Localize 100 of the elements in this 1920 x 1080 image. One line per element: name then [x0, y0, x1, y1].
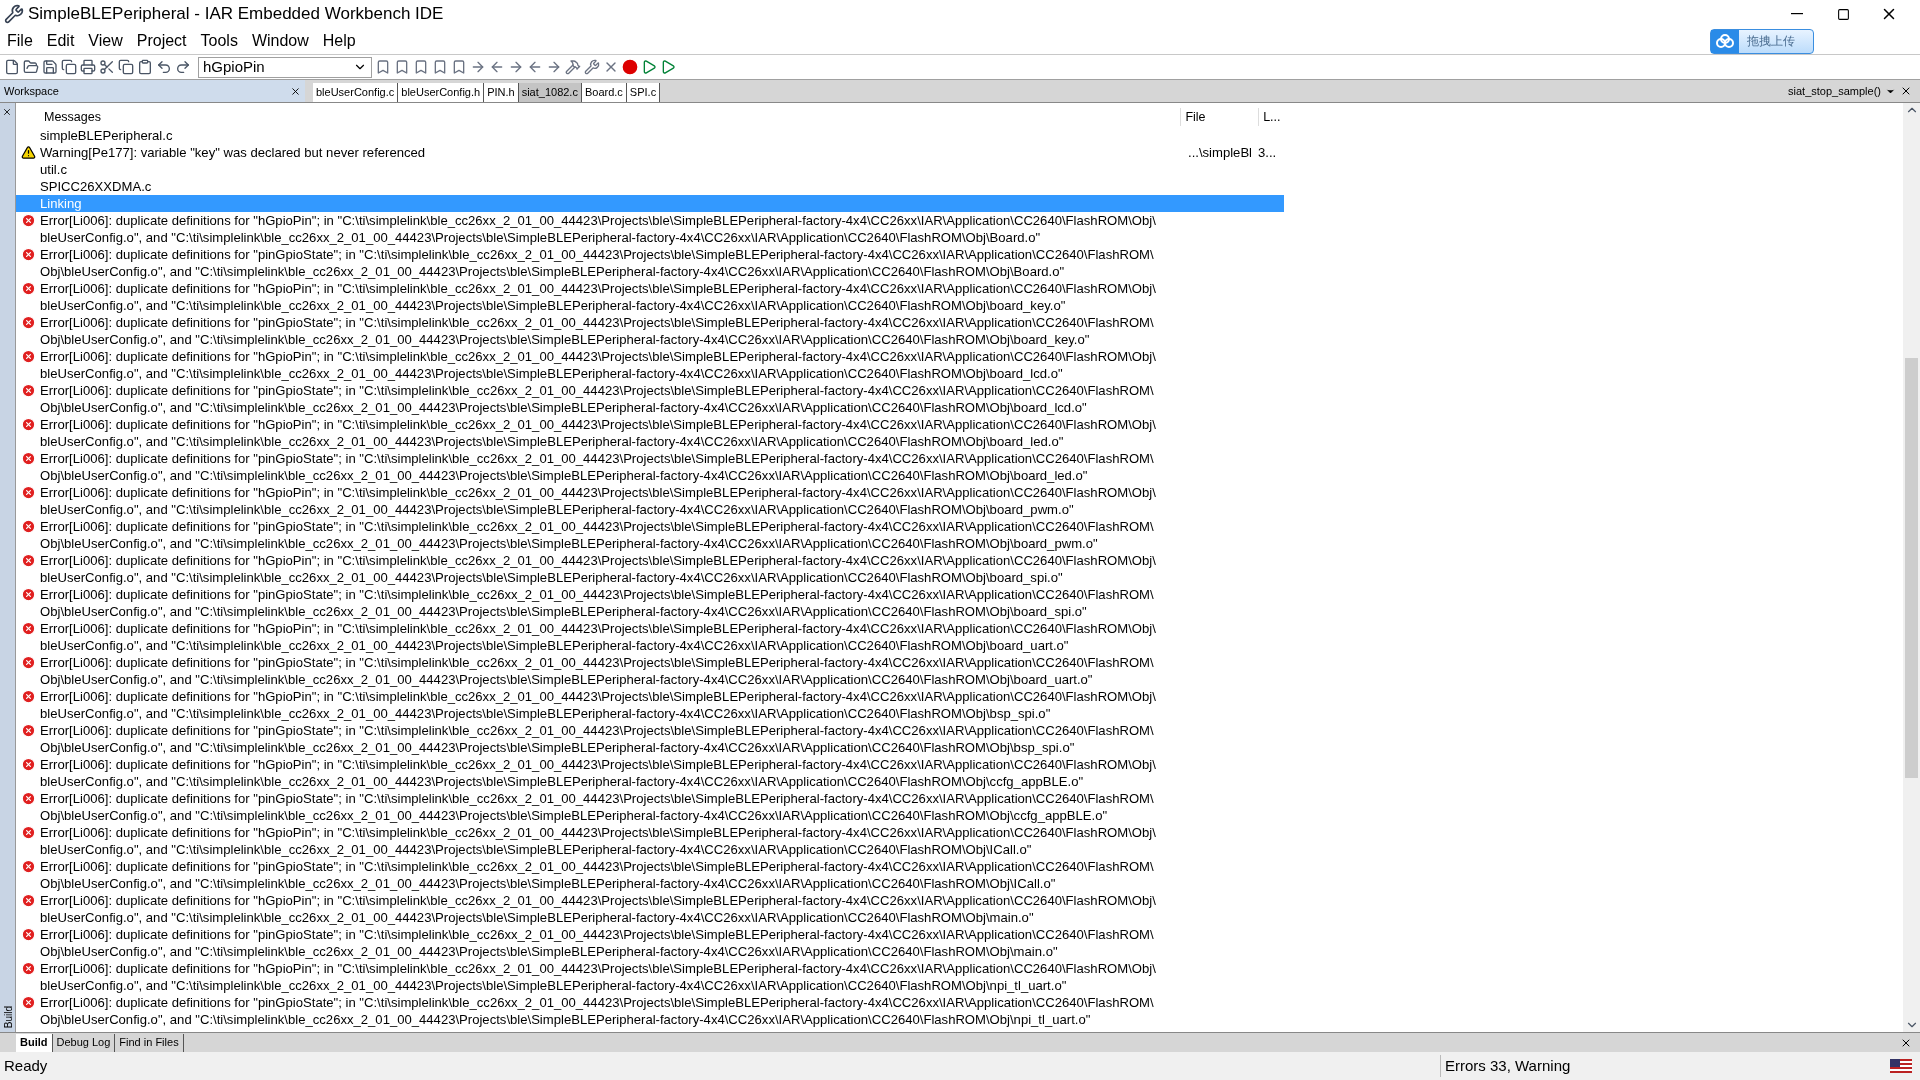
- message-text: Error[Li006]: duplicate definitions for "hGpioPin"; in "C:\ti\simplelink\ble_cc26xx_2_01_00_44423\Projects\ble\SimpleBLEPeripheral-factory-4x4\CC26xx\IAR\Application\CC2640\FlashROM\Obj\: [40, 416, 1157, 433]
- output-tab[interactable]: Build: [16, 1033, 53, 1052]
- printer-icon[interactable]: [80, 59, 96, 75]
- message-text: Error[Li006]: duplicate definitions for "hGpioPin"; in "C:\ti\simplelink\ble_cc26xx_2_01_00_44423\Projects\ble\SimpleBLEPeripheral-factory-4x4\CC26xx\IAR\Application\CC2640\FlashROM\Obj\: [40, 620, 1157, 637]
- window-title: SimpleBLEPeripheral - IAR Embedded Workbench IDE: [28, 3, 444, 26]
- menu-item[interactable]: Window: [244, 29, 316, 53]
- editor-tab[interactable]: bleUserConfig.c: [313, 83, 399, 102]
- message-text: bleUserConfig.o", and "C:\ti\simplelink\ble_cc26xx_2_01_00_44423\Projects\ble\SimpleBLEPeripheral-factory-4x4\CC26xx\IAR\Application\CC2640\FlashROM\Obj\ICall.o": [40, 841, 1033, 858]
- bookmark-icon[interactable]: [375, 59, 391, 75]
- menu-item[interactable]: Help: [315, 29, 363, 53]
- message-text: bleUserConfig.o", and "C:\ti\simplelink\ble_cc26xx_2_01_00_44423\Projects\ble\SimpleBLEPeripheral-factory-4x4\CC26xx\IAR\Application\CC2640\FlashROM\Obj\main.o": [40, 909, 1035, 926]
- message-text: bleUserConfig.o", and "C:\ti\simplelink\ble_cc26xx_2_01_00_44423\Projects\ble\SimpleBLEPeripheral-factory-4x4\CC26xx\IAR\Application\CC2640\FlashROM\Obj\board_pwm.o": [40, 501, 1075, 518]
- message-text: Error[Li006]: duplicate definitions for "hGpioPin"; in "C:\ti\simplelink\ble_cc26xx_2_01_00_44423\Projects\ble\SimpleBLEPeripheral-factory-4x4\CC26xx\IAR\Application\CC2640\FlashROM\Obj\: [40, 212, 1157, 229]
- message-text: simpleBLEPeripheral.c: [40, 127, 174, 144]
- close-icon[interactable]: [290, 85, 301, 97]
- message-text: Error[Li006]: duplicate definitions for "pinGpioState"; in "C:\ti\simplelink\ble_cc26xx_2_01_00_44423\Projects\ble\SimpleBLEPeripheral-factory-4x4\CC26xx\IAR\Application\CC2640\FlashROM\: [40, 790, 1155, 807]
- copy-icon[interactable]: [118, 59, 134, 75]
- folder-icon[interactable]: [23, 59, 39, 75]
- menu-item[interactable]: Project: [129, 29, 194, 53]
- warning-icon: [20, 145, 36, 160]
- editor-tab[interactable]: bleUserConfig.h: [398, 83, 485, 102]
- error-icon: [20, 791, 36, 806]
- error-icon: [20, 247, 36, 262]
- error-icon: [20, 451, 36, 466]
- error-icon: [20, 315, 36, 330]
- bookmark-icon[interactable]: [432, 59, 448, 75]
- message-text: bleUserConfig.o", and "C:\ti\simplelink\ble_cc26xx_2_01_00_44423\Projects\ble\SimpleBLEPeripheral-factory-4x4\CC26xx\IAR\Application\CC2640\FlashROM\Obj\ccfg_appBLE.o": [40, 773, 1085, 790]
- new-file-icon[interactable]: [4, 59, 20, 75]
- message-text: Error[Li006]: duplicate definitions for "pinGpioState"; in "C:\ti\simplelink\ble_cc26xx_2_01_00_44423\Projects\ble\SimpleBLEPeripheral-factory-4x4\CC26xx\IAR\Application\CC2640\FlashROM\: [40, 858, 1155, 875]
- breakpoint-icon[interactable]: [622, 59, 638, 75]
- error-icon: [20, 825, 36, 840]
- bookmark-icon[interactable]: [394, 59, 410, 75]
- menu-item[interactable]: Edit: [39, 29, 82, 53]
- error-icon: [20, 213, 36, 228]
- bookmark-icon[interactable]: [451, 59, 467, 75]
- message-row[interactable]: util.c: [16, 161, 1284, 178]
- message-text: SPICC26XXDMA.c: [40, 178, 153, 195]
- message-text: bleUserConfig.o", and "C:\ti\simplelink\ble_cc26xx_2_01_00_44423\Projects\ble\SimpleBLEPeripheral-factory-4x4\CC26xx\IAR\Application\CC2640\FlashROM\Obj\npi_tl_uart.o": [40, 977, 1068, 994]
- upload-button[interactable]: 拖拽上传: [1710, 28, 1814, 54]
- arrow-icon[interactable]: [489, 59, 505, 75]
- menu-item[interactable]: File: [0, 29, 40, 53]
- cut-icon[interactable]: [99, 59, 115, 75]
- flag-icon: [1890, 1059, 1912, 1073]
- editor-tab[interactable]: SPI.c: [626, 83, 661, 102]
- message-text: Error[Li006]: duplicate definitions for "pinGpioState"; in "C:\ti\simplelink\ble_cc26xx_2_01_00_44423\Projects\ble\SimpleBLEPeripheral-factory-4x4\CC26xx\IAR\Application\CC2640\FlashROM\: [40, 518, 1155, 535]
- editor-tab[interactable]: siat_1082.c: [518, 83, 582, 102]
- save-icon[interactable]: [42, 59, 58, 75]
- function-combo[interactable]: siat_stop_sample(): [1788, 80, 1900, 102]
- bookmark-icon[interactable]: [413, 59, 429, 75]
- message-row[interactable]: SPICC26XXDMA.c: [16, 178, 1284, 195]
- message-text: Error[Li006]: duplicate definitions for "hGpioPin"; in "C:\ti\simplelink\ble_cc26xx_2_01_00_44423\Projects\ble\SimpleBLEPeripheral-factory-4x4\CC26xx\IAR\Application\CC2640\FlashROM\Obj\: [40, 960, 1157, 977]
- line-cell: 3...: [1258, 144, 1277, 161]
- error-icon: [20, 519, 36, 534]
- message-text: Obj\bleUserConfig.o", and "C:\ti\simplelink\ble_cc26xx_2_01_00_44423\Projects\ble\SimpleBLEPeripheral-factory-4x4\CC26xx\IAR\Application\CC2640\FlashROM\Obj\bsp_spi.o": [40, 739, 1076, 756]
- message-text: Obj\bleUserConfig.o", and "C:\ti\simplelink\ble_cc26xx_2_01_00_44423\Projects\ble\SimpleBLEPeripheral-factory-4x4\CC26xx\IAR\Application\CC2640\FlashROM\Obj\ccfg_appBLE.o": [40, 807, 1109, 824]
- close-icon[interactable]: [1900, 85, 1912, 97]
- output-tab[interactable]: Find in Files: [115, 1033, 184, 1052]
- workspace-header: Workspace: [0, 80, 305, 102]
- error-icon: [20, 417, 36, 432]
- message-text: Obj\bleUserConfig.o", and "C:\ti\simplelink\ble_cc26xx_2_01_00_44423\Projects\ble\SimpleBLEPeripheral-factory-4x4\CC26xx\IAR\Application\CC2640\FlashROM\Obj\ICall.o": [40, 875, 1057, 892]
- column-header[interactable]: File: [1181, 107, 1260, 127]
- message-text: Linking: [40, 195, 83, 212]
- message-text: bleUserConfig.o", and "C:\ti\simplelink\ble_cc26xx_2_01_00_44423\Projects\ble\SimpleBLEPeripheral-factory-4x4\CC26xx\IAR\Application\CC2640\FlashROM\Obj\Board.o": [40, 229, 1042, 246]
- message-text: Obj\bleUserConfig.o", and "C:\ti\simplelink\ble_cc26xx_2_01_00_44423\Projects\ble\SimpleBLEPeripheral-factory-4x4\CC26xx\IAR\Application\CC2640\FlashROM\Obj\board_spi.o": [40, 603, 1088, 620]
- scrollbar[interactable]: [1903, 103, 1920, 1032]
- message-text: Obj\bleUserConfig.o", and "C:\ti\simplelink\ble_cc26xx_2_01_00_44423\Projects\ble\SimpleBLEPeripheral-factory-4x4\CC26xx\IAR\Application\CC2640\FlashROM\Obj\Board.o": [40, 263, 1066, 280]
- symbol-combo[interactable]: hGpioPin: [198, 56, 372, 78]
- error-icon: [20, 927, 36, 942]
- editor-tab[interactable]: Board.c: [581, 83, 627, 102]
- message-text: Obj\bleUserConfig.o", and "C:\ti\simplelink\ble_cc26xx_2_01_00_44423\Projects\ble\SimpleBLEPeripheral-factory-4x4\CC26xx\IAR\Application\CC2640\FlashROM\Obj\board_led.o": [40, 467, 1089, 484]
- message-text: bleUserConfig.o", and "C:\ti\simplelink\ble_cc26xx_2_01_00_44423\Projects\ble\SimpleBLEPeripheral-factory-4x4\CC26xx\IAR\Application\CC2640\FlashROM\Obj\board_uart.o": [40, 637, 1070, 654]
- error-icon: [20, 383, 36, 398]
- paste-icon[interactable]: [137, 59, 153, 75]
- message-text: bleUserConfig.o", and "C:\ti\simplelink\ble_cc26xx_2_01_00_44423\Projects\ble\SimpleBLEPeripheral-factory-4x4\CC26xx\IAR\Application\CC2640\FlashROM\Obj\board_lcd.o": [40, 365, 1064, 382]
- undo-icon[interactable]: [156, 59, 172, 75]
- side-panel-label: Build: [2, 1005, 15, 1028]
- message-text: Obj\bleUserConfig.o", and "C:\ti\simplelink\ble_cc26xx_2_01_00_44423\Projects\ble\SimpleBLEPeripheral-factory-4x4\CC26xx\IAR\Application\CC2640\FlashROM\Obj\board_lcd.o": [40, 399, 1088, 416]
- menu-item[interactable]: Tools: [193, 29, 245, 53]
- error-icon: [20, 723, 36, 738]
- message-text: Obj\bleUserConfig.o", and "C:\ti\simplelink\ble_cc26xx_2_01_00_44423\Projects\ble\SimpleBLEPeripheral-factory-4x4\CC26xx\IAR\Application\CC2640\FlashROM\Obj\board_pwm.o": [40, 535, 1099, 552]
- message-text: Error[Li006]: duplicate definitions for "pinGpioState"; in "C:\ti\simplelink\ble_cc26xx_2_01_00_44423\Projects\ble\SimpleBLEPeripheral-factory-4x4\CC26xx\IAR\Application\CC2640\FlashROM\: [40, 994, 1155, 1011]
- error-icon: [20, 281, 36, 296]
- column-header[interactable]: Messages: [16, 107, 1182, 127]
- column-header[interactable]: L...: [1259, 107, 1296, 127]
- status-text: Ready: [3, 1055, 48, 1076]
- message-row[interactable]: Warning[Pe177]: variable "key" was declared but never referenced ...\simpleBl 3...: [16, 144, 1284, 161]
- message-text: Obj\bleUserConfig.o", and "C:\ti\simplelink\ble_cc26xx_2_01_00_44423\Projects\ble\SimpleBLEPeripheral-factory-4x4\CC26xx\IAR\Application\CC2640\FlashROM\Obj\board_key.o": [40, 331, 1091, 348]
- error-icon: [20, 995, 36, 1010]
- redo-icon[interactable]: [175, 59, 191, 75]
- arrow-icon[interactable]: [470, 59, 486, 75]
- message-row[interactable]: simpleBLEPeripheral.c: [16, 127, 1284, 144]
- editor-tab[interactable]: PIN.h: [484, 83, 519, 102]
- error-icon: [20, 485, 36, 500]
- menu-item[interactable]: View: [81, 29, 130, 53]
- error-icon: [20, 553, 36, 568]
- message-text: Error[Li006]: duplicate definitions for "hGpioPin"; in "C:\ti\simplelink\ble_cc26xx_2_01_00_44423\Projects\ble\SimpleBLEPeripheral-factory-4x4\CC26xx\IAR\Application\CC2640\FlashROM\Obj\: [40, 688, 1157, 705]
- error-icon: [20, 961, 36, 976]
- error-icon: [20, 757, 36, 772]
- close-icon[interactable]: [2, 107, 12, 117]
- output-tab[interactable]: Debug Log: [52, 1033, 116, 1052]
